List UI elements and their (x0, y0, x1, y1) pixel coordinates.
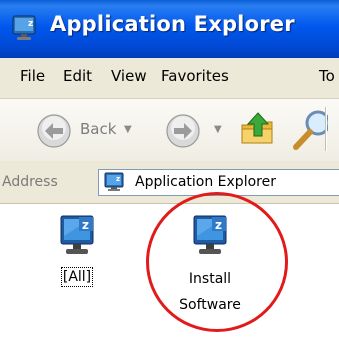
menu-view[interactable]: View (111, 67, 147, 85)
forward-dropdown-icon[interactable]: ▼ (214, 124, 222, 135)
menu-favorites[interactable]: Favorites (161, 67, 229, 85)
menu-edit[interactable]: Edit (63, 67, 92, 85)
address-field[interactable]: z Application Explorer (98, 169, 339, 196)
address-value: Application Explorer (135, 174, 276, 190)
item-install-software[interactable]: z Install Software (168, 214, 252, 314)
item-label-line1: Install (188, 271, 232, 287)
address-label: Address (2, 174, 58, 190)
item-all[interactable]: z [All] (47, 214, 107, 287)
menu-bar: File Edit View Favorites To (0, 58, 339, 99)
menu-tools[interactable]: To (319, 67, 335, 85)
window-title: Application Explorer (50, 12, 295, 36)
back-label: Back (80, 120, 117, 138)
address-bar: Address z Application Explorer (0, 161, 339, 204)
svg-text:z: z (28, 19, 33, 29)
monitor-z-icon: z (104, 172, 124, 191)
svg-text:z: z (82, 218, 89, 232)
item-label-line2: Software (179, 297, 241, 313)
menu-file[interactable]: File (20, 67, 45, 85)
toolbar-separator (325, 107, 326, 151)
up-button[interactable] (238, 109, 278, 149)
monitor-z-icon: z (193, 215, 227, 254)
monitor-z-icon: z (60, 215, 94, 254)
back-dropdown-icon[interactable]: ▼ (124, 124, 132, 135)
svg-text:z: z (116, 175, 120, 183)
forward-arrow-icon (166, 114, 200, 148)
search-icon (293, 110, 328, 150)
back-arrow-icon (37, 114, 71, 148)
up-folder-icon (241, 112, 273, 144)
back-button[interactable] (36, 113, 72, 149)
svg-text:z: z (215, 218, 222, 232)
forward-button[interactable] (165, 113, 201, 149)
item-label: [All] (60, 267, 94, 287)
search-button[interactable] (288, 107, 328, 153)
title-bar[interactable]: z Application Explorer (0, 0, 339, 58)
content-pane: z [All] z Install Software (0, 204, 339, 355)
app-monitor-icon: z (12, 15, 36, 40)
toolbar: Back ▼ ▼ (0, 98, 339, 162)
